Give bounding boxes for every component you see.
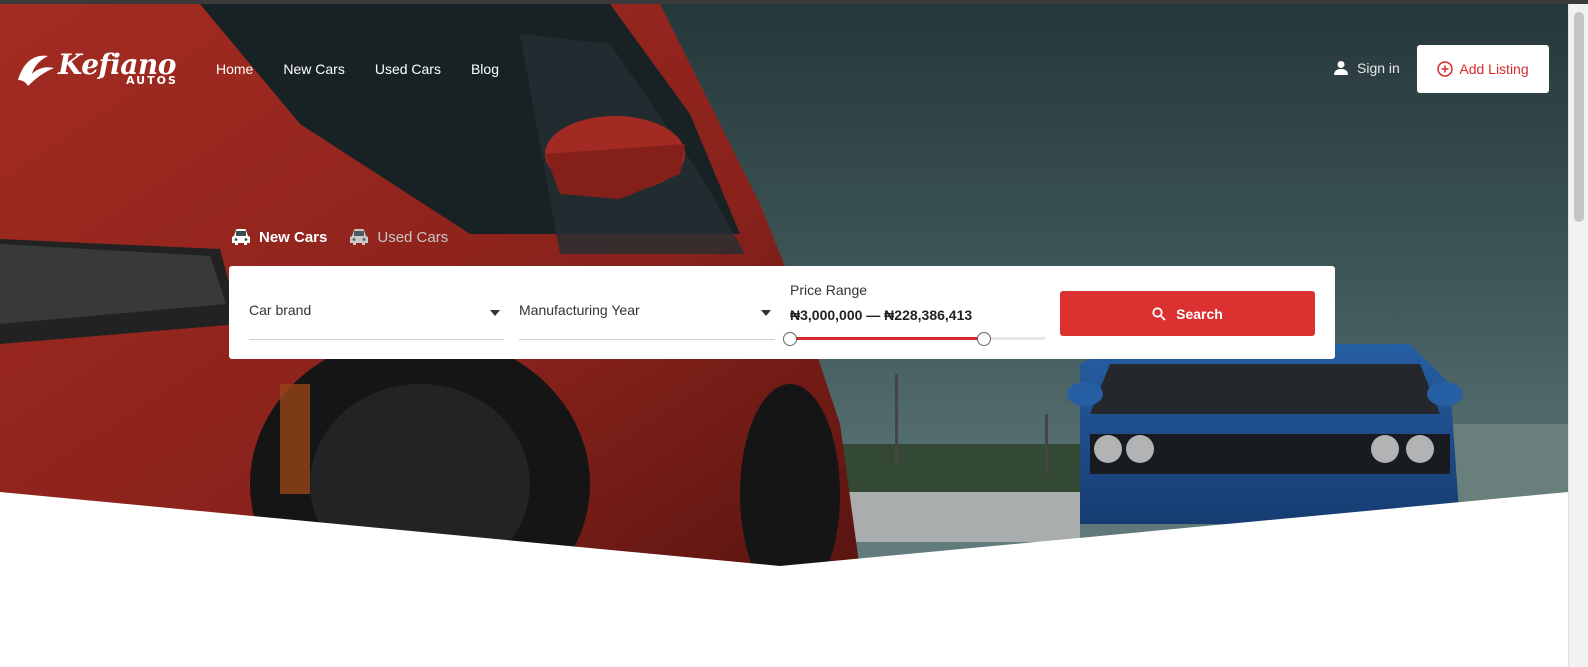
- car-icon: [350, 229, 369, 245]
- nav-item-blog[interactable]: Blog: [471, 60, 499, 78]
- manufacturing-year-label: Manufacturing Year: [519, 302, 640, 318]
- price-range-value: ₦3,000,000 — ₦228,386,413: [790, 307, 973, 323]
- site-logo[interactable]: Kefiano AUTOS: [14, 48, 184, 90]
- tab-new-cars-label: New Cars: [259, 228, 328, 246]
- logo-mark-icon: [18, 55, 54, 86]
- nav-item-home[interactable]: Home: [216, 60, 253, 78]
- search-card: Car brand Manufacturing Year Price Range…: [229, 266, 1335, 359]
- manufacturing-year-select[interactable]: Manufacturing Year: [519, 266, 775, 340]
- search-button-label: Search: [1176, 305, 1223, 322]
- slider-max-handle[interactable]: [976, 332, 991, 346]
- user-icon: [1334, 61, 1348, 75]
- tab-new-cars[interactable]: New Cars: [231, 228, 327, 246]
- page-scrollbar[interactable]: [1568, 4, 1588, 667]
- main-nav: Home New Cars Used Cars Blog: [216, 60, 529, 78]
- slider-min-handle[interactable]: [783, 332, 797, 346]
- nav-item-used-cars[interactable]: Used Cars: [375, 60, 441, 78]
- plus-circle-icon: [1437, 61, 1454, 77]
- caret-down-icon: [490, 310, 500, 316]
- car-brand-label: Car brand: [249, 302, 312, 318]
- nav-item-new-cars[interactable]: New Cars: [283, 60, 344, 78]
- signin-link[interactable]: Sign in: [1333, 60, 1400, 76]
- slider-fill: [790, 337, 984, 340]
- price-range: Price Range ₦3,000,000 — ₦228,386,413: [783, 266, 1045, 359]
- signin-label: Sign in: [1357, 60, 1400, 76]
- car-icon: [232, 229, 250, 245]
- price-range-label: Price Range: [790, 282, 868, 298]
- tab-used-cars-label: Used Cars: [377, 228, 449, 246]
- scrollbar-thumb[interactable]: [1574, 12, 1584, 222]
- logo-subtext: AUTOS: [126, 74, 178, 87]
- tab-used-cars[interactable]: Used Cars: [349, 228, 448, 246]
- price-range-slider[interactable]: [783, 332, 1045, 346]
- caret-down-icon: [761, 310, 771, 316]
- car-brand-select[interactable]: Car brand: [249, 266, 504, 340]
- search-tabs: New Cars Used Cars: [231, 228, 470, 246]
- add-listing-button[interactable]: Add Listing: [1417, 45, 1549, 93]
- search-button[interactable]: Search: [1060, 291, 1315, 336]
- add-listing-label: Add Listing: [1459, 61, 1529, 77]
- search-icon: [1152, 306, 1166, 321]
